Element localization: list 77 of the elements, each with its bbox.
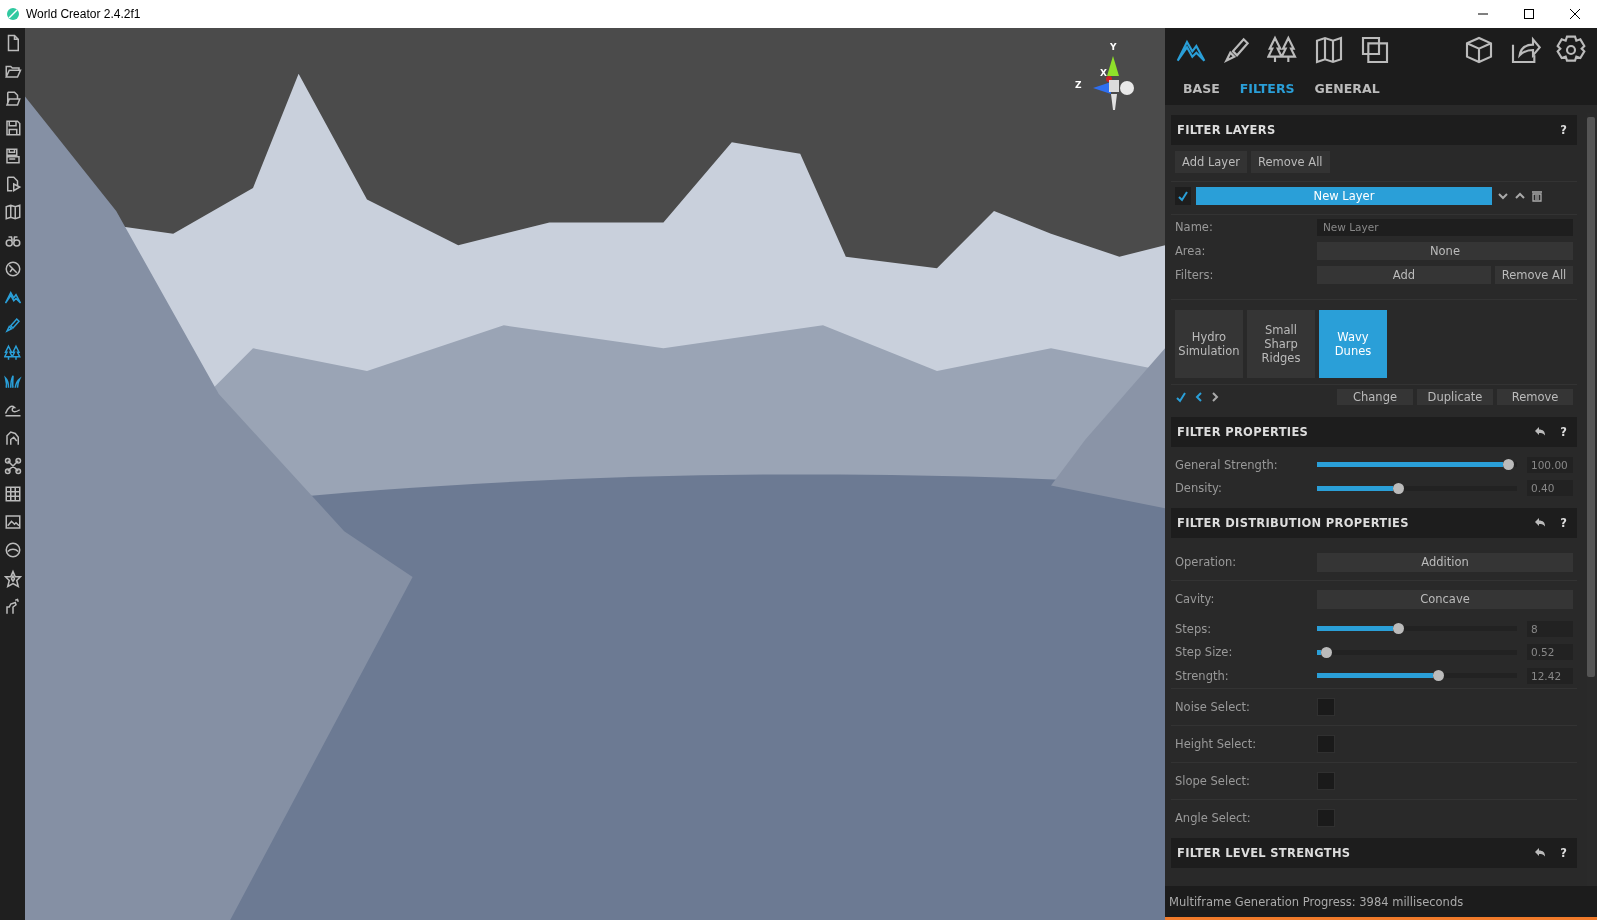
field-label: Height Select: xyxy=(1175,736,1258,751)
add-filter-button[interactable]: Add xyxy=(1317,266,1491,284)
delete-icon[interactable] xyxy=(1531,190,1543,202)
filter-tile[interactable]: Hydro Simulation xyxy=(1175,310,1243,378)
slider-thumb[interactable] xyxy=(1393,482,1404,494)
value-field[interactable]: 12.42 xyxy=(1527,667,1573,684)
field-label: Name: xyxy=(1175,220,1214,234)
close-icon[interactable] xyxy=(1569,8,1581,20)
export-icon[interactable] xyxy=(1509,34,1541,66)
filter-tile[interactable]: Small Sharp Ridges xyxy=(1247,310,1315,378)
field-label: Angle Select: xyxy=(1175,810,1252,825)
filter-action-button[interactable]: Remove xyxy=(1497,389,1573,405)
reset-arrow-icon[interactable] xyxy=(1534,426,1547,438)
maximize-icon[interactable] xyxy=(1523,8,1535,20)
field-label: Area: xyxy=(1175,244,1207,258)
value-field[interactable]: 8 xyxy=(1527,620,1573,637)
filter-action-button[interactable]: Duplicate xyxy=(1417,389,1493,405)
dropdown[interactable]: Concave xyxy=(1317,589,1573,609)
layer-checkbox[interactable] xyxy=(1175,187,1191,205)
reset-arrow-icon[interactable] xyxy=(1534,517,1547,529)
map-icon[interactable] xyxy=(1313,34,1345,66)
slider[interactable] xyxy=(1317,673,1517,679)
field-label: Strength: xyxy=(1175,668,1230,683)
axis-label: Y xyxy=(1110,42,1117,52)
status-text: Multiframe Generation Progress: 3984 milliseconds xyxy=(1169,894,1464,909)
help-button[interactable]: ? xyxy=(1560,845,1567,860)
star-icon[interactable] xyxy=(3,568,22,589)
field-label: Steps: xyxy=(1175,621,1213,636)
field-label: Slope Select: xyxy=(1175,773,1251,788)
window-title: World Creator 2.4.2f1 xyxy=(26,7,141,21)
next-icon[interactable] xyxy=(1209,391,1221,403)
slider-thumb[interactable] xyxy=(1393,623,1404,635)
help-button[interactable]: ? xyxy=(1560,516,1567,530)
scrollbar-thumb[interactable] xyxy=(1587,117,1595,677)
help-button[interactable]: ? xyxy=(1560,425,1567,439)
field-label: Step Size: xyxy=(1175,645,1234,660)
tab[interactable]: GENERAL xyxy=(1308,77,1386,100)
axis-label: Z xyxy=(1075,80,1082,90)
axis-label: X xyxy=(1100,68,1107,78)
tab[interactable]: FILTERS xyxy=(1233,77,1301,100)
area-dropdown[interactable]: None xyxy=(1317,242,1573,260)
app-logo-icon xyxy=(6,7,20,21)
field-label: Operation: xyxy=(1175,555,1238,569)
filter-action-button[interactable]: Change xyxy=(1337,389,1413,405)
slider-thumb[interactable] xyxy=(1321,646,1332,658)
remove-all-button[interactable]: Remove All xyxy=(1251,151,1330,173)
field-label: Cavity: xyxy=(1175,592,1216,606)
reset-arrow-icon[interactable] xyxy=(1534,846,1547,859)
field-label: Noise Select: xyxy=(1175,699,1251,714)
section-title: FILTER LAYERS xyxy=(1177,123,1276,137)
box-icon[interactable] xyxy=(1463,34,1495,66)
remove-all-filters-button[interactable]: Remove All xyxy=(1495,266,1573,284)
move-down-icon[interactable] xyxy=(1497,190,1509,202)
dropdown[interactable]: Addition xyxy=(1317,552,1573,572)
section-title: FILTER DISTRIBUTION PROPERTIES xyxy=(1177,516,1409,530)
add-layer-button[interactable]: Add Layer xyxy=(1175,151,1247,173)
value-field[interactable]: 0.40 xyxy=(1527,480,1573,497)
filter-checkbox[interactable] xyxy=(1175,390,1189,404)
slider[interactable] xyxy=(1317,485,1517,491)
field-label: Density: xyxy=(1175,481,1223,496)
layers-icon[interactable] xyxy=(1359,34,1391,66)
name-input-field[interactable]: New Layer xyxy=(1317,218,1573,236)
field-label: Filters: xyxy=(1175,268,1215,282)
slider[interactable] xyxy=(1317,626,1517,632)
section-title: FILTER PROPERTIES xyxy=(1177,425,1309,439)
section-title: FILTER LEVEL STRENGTHS xyxy=(1177,845,1351,860)
value-field[interactable]: 100.00 xyxy=(1527,456,1573,473)
nodes-icon[interactable] xyxy=(3,455,22,476)
help-button[interactable]: ? xyxy=(1560,123,1567,137)
tab[interactable]: BASE xyxy=(1177,77,1226,100)
slider-thumb[interactable] xyxy=(1433,670,1444,682)
field-label: General Strength: xyxy=(1175,457,1279,472)
grid-icon[interactable] xyxy=(3,484,22,504)
previous-icon[interactable] xyxy=(1193,391,1205,403)
value-field[interactable]: 0.52 xyxy=(1527,644,1573,661)
slider[interactable] xyxy=(1317,649,1517,655)
slider-thumb[interactable] xyxy=(1503,459,1514,471)
